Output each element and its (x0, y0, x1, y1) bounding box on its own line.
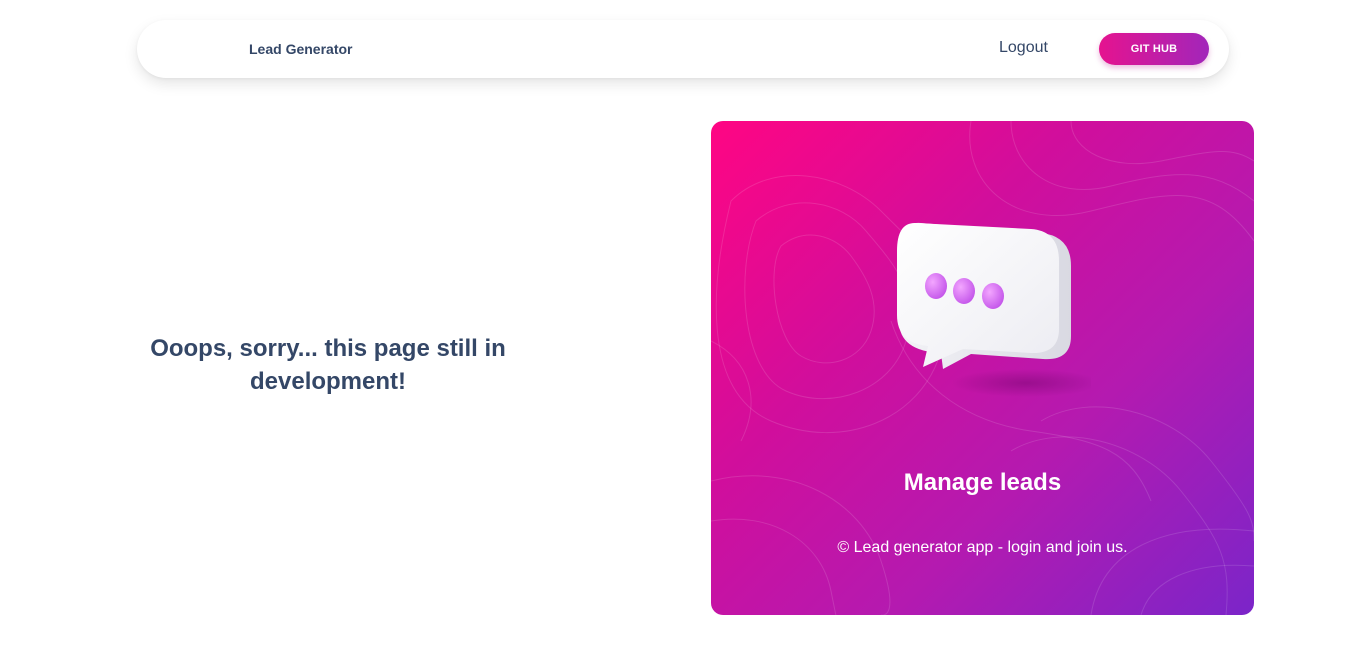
chat-bubble-icon (897, 222, 1091, 397)
promo-caption: © Lead generator app - login and join us… (837, 539, 1128, 556)
promo-card: Manage leads © Lead generator app - logi… (711, 121, 1254, 615)
development-message: Ooops, sorry... this page still in devel… (150, 335, 506, 395)
promo-title: Manage leads (903, 469, 1062, 496)
brand-link[interactable]: Lead Generator (249, 41, 352, 57)
navbar: Lead Generator Logout GIT HUB (137, 20, 1229, 78)
logout-link[interactable]: Logout (999, 39, 1048, 57)
github-button[interactable]: GIT HUB (1099, 33, 1209, 65)
